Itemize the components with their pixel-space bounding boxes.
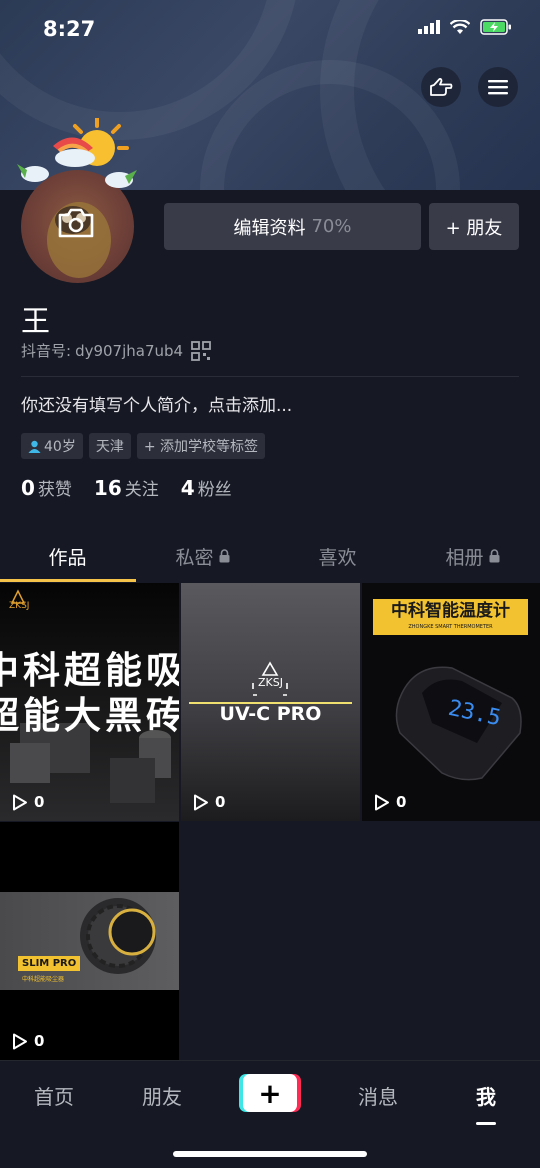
qr-code-icon[interactable] <box>191 340 211 361</box>
play-icon <box>375 794 389 810</box>
play-count: 0 <box>12 1032 44 1050</box>
tab-album[interactable]: 相册 <box>405 530 540 582</box>
zksj-logo-icon <box>189 661 352 704</box>
sun-cloud-decoration-icon <box>17 118 137 188</box>
battery-charging-icon <box>480 19 511 35</box>
stat-followers-value: 4 <box>180 476 195 500</box>
wifi-icon <box>450 19 470 34</box>
add-friend-button[interactable]: + 朋友 <box>429 203 519 250</box>
stat-likes-label: 获赞 <box>37 480 72 500</box>
profile-tags: 40岁 天津 + 添加学校等标签 <box>21 433 266 459</box>
nav-friends[interactable]: 朋友 <box>122 1081 202 1110</box>
edit-profile-label: 编辑资料 <box>233 217 306 239</box>
tag-age[interactable]: 40岁 <box>21 433 83 459</box>
tag-city[interactable]: 天津 <box>88 433 131 459</box>
play-count-value: 0 <box>34 1032 45 1050</box>
video-thumbnail-4[interactable]: SLIM PRO 中科超能吸尘器 0 <box>0 822 179 1060</box>
edit-profile-button[interactable]: 编辑资料 70% <box>164 203 421 250</box>
douyin-id-value: dy907jha7ub4 <box>75 341 184 360</box>
nav-home[interactable]: 首页 <box>14 1081 94 1110</box>
play-icon <box>13 794 27 810</box>
play-count-value: 0 <box>396 793 407 811</box>
tab-works[interactable]: 作品 <box>0 530 135 582</box>
video-thumbnail-2[interactable]: ZKSJ UV-C PRO 0 <box>181 583 360 821</box>
hamburger-icon <box>488 80 508 95</box>
stat-likes-value: 0 <box>21 476 35 500</box>
profile-tabs: 作品 私密 喜欢 相册 <box>0 530 540 582</box>
hand-pointer-icon <box>430 78 453 96</box>
tab-private-label: 私密 <box>175 546 214 569</box>
tag-add-school[interactable]: + 添加学校等标签 <box>136 433 266 459</box>
play-count: 0 <box>193 793 225 811</box>
tab-works-label: 作品 <box>48 546 87 569</box>
tab-likes-label: 喜欢 <box>318 546 357 569</box>
tag-city-label: 天津 <box>95 439 124 455</box>
tab-likes[interactable]: 喜欢 <box>270 530 405 582</box>
status-icons <box>418 19 512 35</box>
video-4-product-sub: 中科超能吸尘器 <box>22 976 65 983</box>
tag-add-school-label: + 添加学校等标签 <box>143 439 259 455</box>
create-post-button[interactable]: + <box>243 1074 297 1112</box>
stat-following-label: 关注 <box>124 480 159 500</box>
add-friend-label: + 朋友 <box>445 217 503 239</box>
douyin-id-label: 抖音号: <box>21 342 72 360</box>
stat-following[interactable]: 16 关注 <box>94 475 159 500</box>
video-thumbnail-3[interactable]: 中科智能温度计 ZHONGKE SMART THERMOMETER 23.5 0 <box>362 583 540 821</box>
menu-button[interactable] <box>478 67 518 107</box>
stat-likes[interactable]: 0 获赞 <box>21 475 72 500</box>
lock-icon <box>219 549 229 563</box>
tab-private[interactable]: 私密 <box>135 530 270 582</box>
stat-followers[interactable]: 4 粉丝 <box>181 475 232 500</box>
video-2-product: UV-C PRO <box>219 703 322 725</box>
play-icon <box>194 794 208 810</box>
video-1-brand: ZKSJ <box>9 601 30 611</box>
plus-icon: + <box>258 1076 282 1110</box>
stat-following-value: 16 <box>93 476 122 500</box>
visitor-hand-button[interactable] <box>421 67 461 107</box>
status-time: 8:27 <box>43 17 96 41</box>
tag-age-label: 40岁 <box>44 439 76 455</box>
play-icon <box>13 1033 27 1049</box>
video-4-product: SLIM PRO <box>18 956 81 971</box>
play-count-value: 0 <box>34 793 45 811</box>
active-tab-indicator <box>0 579 136 582</box>
video-thumbnail-1[interactable]: ZKSJ 中科超能吸 超能大黑砖 0 <box>0 583 179 821</box>
profile-stats: 0 获赞 16 关注 4 粉丝 <box>21 475 232 500</box>
divider <box>21 376 519 377</box>
nav-messages[interactable]: 消息 <box>338 1081 418 1110</box>
status-bar: 8:27 <box>0 0 540 60</box>
lock-icon <box>489 549 499 563</box>
home-indicator[interactable] <box>173 1151 367 1157</box>
video-2-brand: ZKSJ <box>258 676 283 689</box>
play-count: 0 <box>374 793 406 811</box>
nav-me[interactable]: 我 <box>446 1081 526 1110</box>
bio-text[interactable]: 你还没有填写个人简介，点击添加... <box>21 391 292 416</box>
user-icon <box>28 440 41 453</box>
vacuum-device-image <box>80 898 156 974</box>
profile-name: 王 <box>21 304 51 338</box>
signal-icon <box>418 20 440 34</box>
profile-completion-percent: 70% <box>311 216 352 237</box>
video-1-text-line2: 超能大黑砖 <box>0 693 179 737</box>
douyin-id-row[interactable]: 抖音号: dy907jha7ub4 <box>21 340 211 361</box>
tab-album-label: 相册 <box>445 546 484 569</box>
play-count-value: 0 <box>215 793 226 811</box>
stat-followers-label: 粉丝 <box>197 480 232 500</box>
play-count: 0 <box>12 793 44 811</box>
nav-me-indicator <box>476 1122 496 1125</box>
camera-icon[interactable] <box>57 207 95 239</box>
